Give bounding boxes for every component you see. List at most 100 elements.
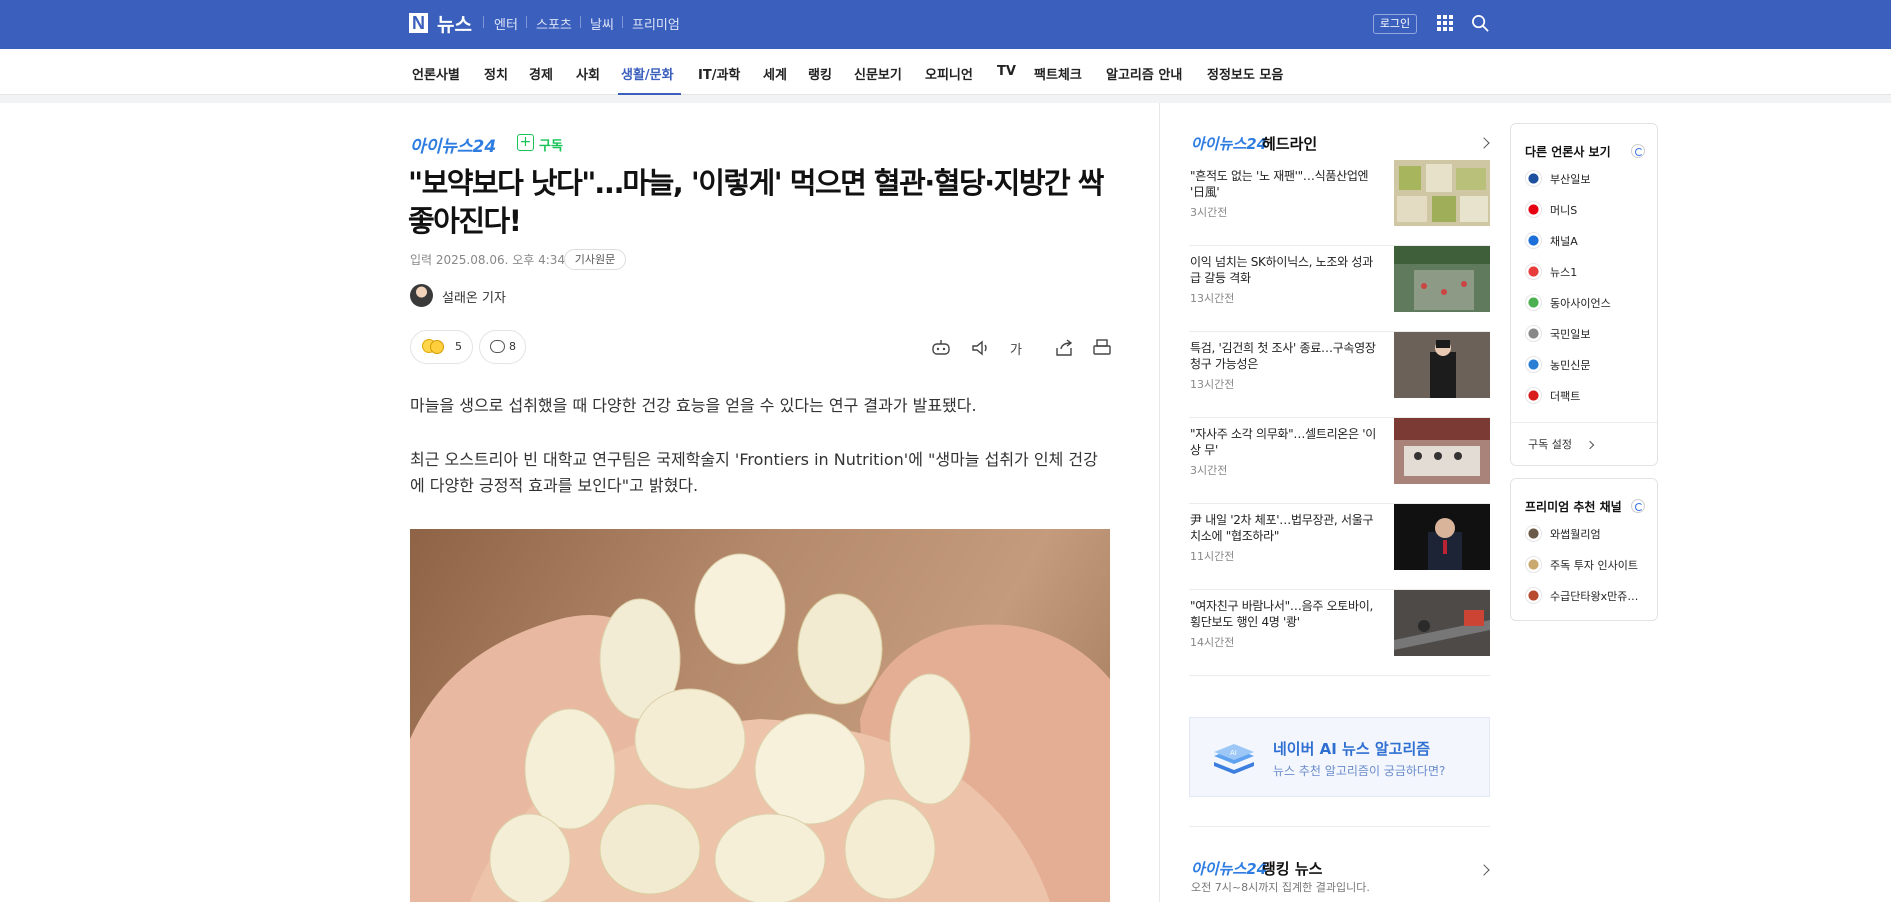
headline-thumbnail[interactable]	[1394, 418, 1490, 484]
garlic-hands-image	[410, 553, 1110, 902]
ranking-subtitle: 오전 7시~8시까지 집계한 결과입니다.	[1191, 881, 1370, 894]
press-logo-icon	[1525, 387, 1542, 404]
headline-thumbnail[interactable]	[1394, 332, 1490, 398]
font-size-icon[interactable]: 가	[1010, 339, 1032, 359]
nav-item-economy[interactable]: 경제	[529, 64, 553, 83]
svg-text:AI: AI	[1230, 749, 1237, 757]
press-name[interactable]: 동아사이언스	[1550, 295, 1611, 311]
service-link-premium[interactable]: 프리미엄	[632, 14, 680, 33]
press-name[interactable]: 뉴스1	[1550, 264, 1577, 280]
chevron-right-icon[interactable]	[1585, 440, 1595, 450]
headline-section-title[interactable]: 헤드라인	[1262, 133, 1317, 154]
nav-item-life-culture[interactable]: 생활/문화	[621, 64, 674, 83]
headline-item[interactable]: 尹 내일 '2차 체포'…법무장관, 서울구치소에 "협조하라" 11시간전	[1189, 504, 1490, 590]
subscribe-button[interactable]: + 구독	[517, 134, 567, 154]
nav-item-world[interactable]: 세계	[763, 64, 787, 83]
share-icon[interactable]	[1053, 338, 1075, 358]
headline-title[interactable]: 특검, '김건희 첫 조사' 종료…구속영장 청구 가능성은	[1190, 340, 1380, 372]
divider	[622, 16, 623, 28]
subscription-settings-link[interactable]: 구독 설정	[1528, 436, 1572, 452]
service-link-entertainment[interactable]: 엔터	[494, 14, 518, 33]
headline-item[interactable]: 특검, '김건희 첫 조사' 종료…구속영장 청구 가능성은 13시간전	[1189, 332, 1490, 418]
channel-name[interactable]: 와썹월리엄	[1550, 526, 1601, 542]
ranking-publisher-logo[interactable]: 아이뉴스24	[1191, 858, 1267, 879]
headline-time: 3시간전	[1190, 206, 1228, 219]
nav-item-corrections[interactable]: 정정보도 모음	[1207, 64, 1283, 83]
naver-logo-icon[interactable]: N	[409, 13, 428, 33]
headline-thumbnail[interactable]	[1394, 504, 1490, 570]
channel-avatar	[1525, 525, 1542, 542]
channel-avatar	[1525, 556, 1542, 573]
nav-item-newspaper[interactable]: 신문보기	[854, 64, 902, 83]
channel-name[interactable]: 주독 투자 인사이트	[1550, 557, 1638, 573]
speaker-icon[interactable]	[970, 338, 992, 358]
summary-bot-icon[interactable]	[930, 338, 952, 358]
service-link-weather[interactable]: 날씨	[590, 14, 614, 33]
reaction-button[interactable]: 5	[410, 330, 473, 364]
top-bar: N 뉴스 엔터 스포츠 날씨 프리미엄 로그인	[0, 0, 1891, 49]
news-logo-text[interactable]: 뉴스	[437, 10, 472, 37]
nav-item-it-science[interactable]: IT/과학	[698, 64, 740, 83]
press-logo-icon	[1525, 294, 1542, 311]
article-paragraph: 최근 오스트리아 빈 대학교 연구팀은 국제학술지 'Frontiers in …	[410, 450, 1098, 495]
service-link-sports[interactable]: 스포츠	[536, 14, 572, 33]
nav-item-society[interactable]: 사회	[576, 64, 600, 83]
nav-item-tv[interactable]: TV	[997, 64, 1016, 79]
comment-button[interactable]: 8	[479, 330, 526, 364]
press-logo-icon	[1525, 356, 1542, 373]
chevron-right-icon[interactable]	[1478, 137, 1490, 149]
nav-item-politics[interactable]: 정치	[484, 64, 508, 83]
headline-thumbnail[interactable]	[1394, 160, 1490, 226]
article-photo[interactable]	[410, 529, 1110, 902]
plus-icon: +	[517, 134, 534, 151]
ai-algorithm-banner[interactable]: AI 네이버 AI 뉴스 알고리즘 뉴스 추천 알고리즘이 궁금하다면?	[1189, 717, 1490, 797]
search-icon[interactable]	[1471, 14, 1490, 33]
nav-item-algorithm[interactable]: 알고리즘 안내	[1106, 64, 1182, 83]
press-name[interactable]: 부산일보	[1550, 171, 1590, 187]
login-button[interactable]: 로그인	[1373, 14, 1417, 34]
ranking-section-title[interactable]: 랭킹 뉴스	[1262, 858, 1322, 879]
section-nav: 언론사별 정치 경제 사회 생활/문화 IT/과학 세계 랭킹 신문보기 오피니…	[0, 49, 1891, 95]
subscribe-label: 구독	[539, 139, 563, 154]
nav-item-factcheck[interactable]: 팩트체크	[1034, 64, 1082, 83]
channel-name[interactable]: 수급단타왕x만쥬…	[1550, 588, 1638, 604]
headline-item[interactable]: "여자친구 바람나서"…음주 오토바이, 횡단보도 행인 4명 '쾅' 14시간…	[1189, 590, 1490, 676]
press-logo-icon	[1525, 232, 1542, 249]
headline-title[interactable]: "흔적도 없는 '노 재팬'"…식품산업엔 '日風'	[1190, 168, 1380, 200]
headline-title[interactable]: "자사주 소각 의무화"…셀트리온은 '이상 무'	[1190, 426, 1380, 458]
article-title: "보약보다 낫다"…마늘, '이렇게' 먹으면 혈관·혈당·지방간 싹 좋아진다…	[408, 166, 1104, 238]
reporter-avatar[interactable]	[410, 284, 433, 307]
headline-title[interactable]: 尹 내일 '2차 체포'…법무장관, 서울구치소에 "협조하라"	[1190, 512, 1380, 544]
headline-item[interactable]: "흔적도 없는 '노 재팬'"…식품산업엔 '日風' 3시간전	[1189, 160, 1490, 246]
divider	[483, 16, 484, 28]
column-divider	[1159, 103, 1160, 902]
headline-thumbnail[interactable]	[1394, 590, 1490, 656]
reporter-name[interactable]: 설래온 기자	[442, 287, 506, 306]
press-name[interactable]: 국민일보	[1550, 326, 1590, 342]
divider	[1189, 826, 1490, 827]
headline-item[interactable]: 이익 넘치는 SK하이닉스, 노조와 성과급 갈등 격화 13시간전	[1189, 246, 1490, 332]
headline-title[interactable]: "여자친구 바람나서"…음주 오토바이, 횡단보도 행인 4명 '쾅'	[1190, 598, 1380, 630]
print-icon[interactable]	[1091, 338, 1113, 358]
divider	[526, 16, 527, 28]
nav-item-press[interactable]: 언론사별	[412, 64, 460, 83]
headline-publisher-logo[interactable]: 아이뉴스24	[1191, 133, 1267, 154]
press-logo-icon	[1525, 263, 1542, 280]
headline-time: 13시간전	[1190, 292, 1235, 305]
refresh-icon[interactable]	[1631, 499, 1645, 513]
press-name[interactable]: 농민신문	[1550, 357, 1590, 373]
headline-thumbnail[interactable]	[1394, 246, 1490, 312]
headline-item[interactable]: "자사주 소각 의무화"…셀트리온은 '이상 무' 3시간전	[1189, 418, 1490, 504]
headline-title[interactable]: 이익 넘치는 SK하이닉스, 노조와 성과급 갈등 격화	[1190, 254, 1380, 286]
original-article-button[interactable]: 기사원문	[564, 249, 626, 270]
refresh-icon[interactable]	[1631, 144, 1645, 158]
article-publisher-logo[interactable]: 아이뉴스24	[410, 132, 496, 157]
nav-item-opinion[interactable]: 오피니언	[925, 64, 973, 83]
chevron-right-icon[interactable]	[1478, 864, 1490, 876]
apps-grid-icon[interactable]	[1437, 15, 1453, 31]
nav-item-ranking[interactable]: 랭킹	[808, 64, 832, 83]
press-name[interactable]: 머니S	[1550, 202, 1577, 218]
comment-count: 8	[509, 340, 516, 353]
press-name[interactable]: 채널A	[1550, 233, 1578, 249]
press-name[interactable]: 더팩트	[1550, 388, 1580, 404]
